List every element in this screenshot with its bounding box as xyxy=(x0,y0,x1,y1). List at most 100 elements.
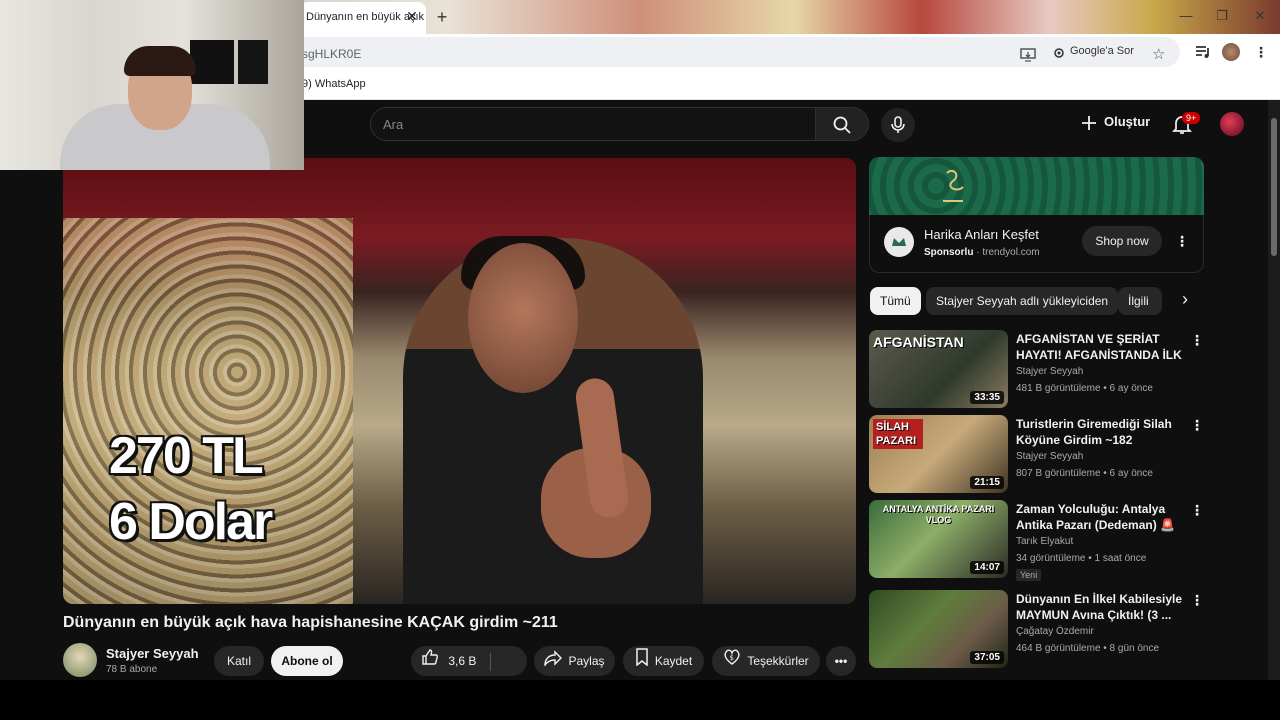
rec-meta: 464 B görüntüleme • 8 gün önce xyxy=(1016,643,1160,654)
install-app-icon[interactable] xyxy=(1020,48,1036,62)
lens-label: Google'a Sor xyxy=(1070,45,1134,57)
video-overlay-price-usd: 6 Dolar xyxy=(109,493,273,551)
ad-banner-logo-icon xyxy=(943,169,964,202)
bookmark-whatsapp[interactable]: 9) WhatsApp xyxy=(302,78,366,90)
share-label: Paylaş xyxy=(568,654,605,668)
rec-channel[interactable]: Stajyer Seyyah xyxy=(1016,451,1083,462)
media-control-icon[interactable] xyxy=(1194,43,1212,61)
ad-sponsored-label: Sponsorlu xyxy=(924,247,974,258)
video-thumbnail[interactable]: ANTALYA ANTİKA PAZARI VLOG 14:07 xyxy=(869,500,1008,578)
new-badge: Yeni xyxy=(1016,569,1042,581)
duration-badge: 14:07 xyxy=(970,561,1004,574)
save-button[interactable]: Kaydet xyxy=(623,646,704,676)
rec-channel[interactable]: Çağatay Özdemir xyxy=(1016,626,1094,637)
chip-all[interactable]: Tümü xyxy=(870,287,921,315)
account-avatar[interactable] xyxy=(1220,112,1244,136)
channel-name[interactable]: Stajyer Seyyah xyxy=(106,646,199,661)
duration-badge: 37:05 xyxy=(970,651,1004,664)
search-button[interactable] xyxy=(815,107,869,141)
video-overlay-price-tl: 270 TL xyxy=(109,427,264,485)
rec-menu-icon[interactable]: ⋮ xyxy=(1189,332,1205,348)
chevron-right-icon[interactable]: › xyxy=(1174,289,1196,313)
rec-menu-icon[interactable]: ⋮ xyxy=(1189,417,1205,433)
more-horizontal-icon: ••• xyxy=(834,654,848,668)
new-tab-icon[interactable]: + xyxy=(432,7,452,27)
list-item[interactable]: AFGANİSTAN 33:35 AFGANİSTAN VE ŞERİAT HA… xyxy=(869,330,1204,410)
thumbnail-text: SİLAH PAZARI xyxy=(873,419,923,449)
list-item[interactable]: 37:05 Dünyanın En İlkel Kabilesiyle MAYM… xyxy=(869,590,1204,670)
share-button[interactable]: Paylaş xyxy=(534,646,615,676)
rec-menu-icon[interactable]: ⋮ xyxy=(1189,592,1205,608)
lens-icon xyxy=(1054,48,1064,58)
like-button[interactable] xyxy=(421,647,439,677)
ad-domain: trendyol.com xyxy=(982,247,1040,258)
subscribe-button[interactable]: Abone ol xyxy=(271,646,343,676)
plus-icon xyxy=(1082,116,1096,130)
tab-close-icon[interactable]: ✕ xyxy=(404,8,420,24)
duration-badge: 21:15 xyxy=(970,476,1004,489)
create-label: Oluştur xyxy=(1104,114,1151,129)
rec-title[interactable]: Turistlerin Giremediği Silah Köyüne Gird… xyxy=(1016,416,1184,448)
address-url: sgHLKR0E xyxy=(302,47,362,61)
webcam-overlay xyxy=(0,0,304,170)
search-input[interactable]: Ara xyxy=(370,107,816,141)
thanks-button[interactable]: $ Teşekkürler xyxy=(712,646,820,676)
ad-subtitle: Sponsorlu · trendyol.com xyxy=(924,247,1040,258)
crown-icon xyxy=(892,238,906,246)
search-placeholder: Ara xyxy=(383,117,404,132)
video-frame-head xyxy=(468,243,578,393)
video-thumbnail[interactable]: AFGANİSTAN 33:35 xyxy=(869,330,1008,408)
page-scrollbar[interactable] xyxy=(1268,100,1280,680)
advertiser-logo xyxy=(884,227,914,257)
scrollbar-thumb[interactable] xyxy=(1271,118,1277,256)
youtube-page: Ara Oluştur 9+ 270 TL 6 Dolar Dünyanın e… xyxy=(0,100,1280,696)
rec-title[interactable]: AFGANİSTAN VE ŞERİAT HAYATI! AFGANİSTAND… xyxy=(1016,331,1184,363)
rec-channel[interactable]: Tarık Elyakut xyxy=(1016,536,1073,547)
rec-channel[interactable]: Stajyer Seyyah xyxy=(1016,366,1083,377)
chip-uploader[interactable]: Stajyer Seyyah adlı yükleyiciden xyxy=(926,287,1119,315)
video-title: Dünyanın en büyük açık hava hapishanesin… xyxy=(63,614,558,631)
window-close-icon[interactable]: ✕ xyxy=(1250,8,1270,26)
video-thumbnail[interactable]: 37:05 xyxy=(869,590,1008,668)
rec-meta: 807 B görüntüleme • 6 ay önce xyxy=(1016,468,1153,479)
rec-menu-icon[interactable]: ⋮ xyxy=(1189,502,1205,518)
thumbs-up-icon xyxy=(422,649,438,665)
rec-meta: 481 B görüntüleme • 6 ay önce xyxy=(1016,383,1153,394)
bookmark-star-icon[interactable]: ☆ xyxy=(1152,45,1165,63)
taskbar xyxy=(0,680,1280,720)
join-button[interactable]: Katıl xyxy=(214,646,264,676)
video-thumbnail[interactable]: SİLAH PAZARI 21:15 xyxy=(869,415,1008,493)
list-item[interactable]: SİLAH PAZARI 21:15 Turistlerin Giremediğ… xyxy=(869,415,1204,495)
webcam-wall-poster xyxy=(238,40,268,84)
maximize-icon[interactable]: ❐ xyxy=(1212,8,1232,26)
thanks-label: Teşekkürler xyxy=(747,654,809,668)
duration-badge: 33:35 xyxy=(970,391,1004,404)
rec-title[interactable]: Dünyanın En İlkel Kabilesiyle MAYMUN Avı… xyxy=(1016,591,1184,623)
ad-menu-icon[interactable]: ⋮ xyxy=(1174,233,1190,249)
more-actions-button[interactable]: ••• xyxy=(826,646,856,676)
webcam-wall-poster xyxy=(190,40,234,84)
like-divider xyxy=(489,652,491,671)
minimize-icon[interactable]: — xyxy=(1176,8,1196,26)
bookmark-icon xyxy=(635,647,649,677)
voice-search-button[interactable] xyxy=(881,108,915,142)
super-thanks-icon: $ xyxy=(723,647,741,677)
shop-now-button[interactable]: Shop now xyxy=(1082,226,1162,256)
google-lens-button[interactable]: Google'a Sor xyxy=(1048,42,1142,64)
save-label: Kaydet xyxy=(654,654,693,668)
ad-card[interactable]: Harika Anları Keşfet Sponsorlu · trendyo… xyxy=(869,215,1204,273)
video-player[interactable]: 270 TL 6 Dolar xyxy=(63,158,856,604)
chip-related[interactable]: İlgili xyxy=(1118,287,1162,315)
notifications-badge: 9+ xyxy=(1182,112,1201,124)
rec-title[interactable]: Zaman Yolculuğu: Antalya Antika Pazarı (… xyxy=(1016,501,1184,533)
subscribe-label: Abone ol xyxy=(281,654,333,668)
like-count: 3,6 B xyxy=(448,654,477,668)
ad-banner-image[interactable] xyxy=(869,157,1204,215)
profile-avatar-icon[interactable] xyxy=(1222,43,1240,61)
thumbnail-text: AFGANİSTAN xyxy=(873,334,964,350)
browser-menu-icon[interactable]: ⋮ xyxy=(1253,44,1269,60)
channel-avatar[interactable] xyxy=(63,643,97,677)
like-dislike-group: 3,6 B xyxy=(411,646,527,696)
create-button[interactable]: Oluştur xyxy=(1080,114,1150,136)
list-item[interactable]: ANTALYA ANTİKA PAZARI VLOG 14:07 Zaman Y… xyxy=(869,500,1204,581)
